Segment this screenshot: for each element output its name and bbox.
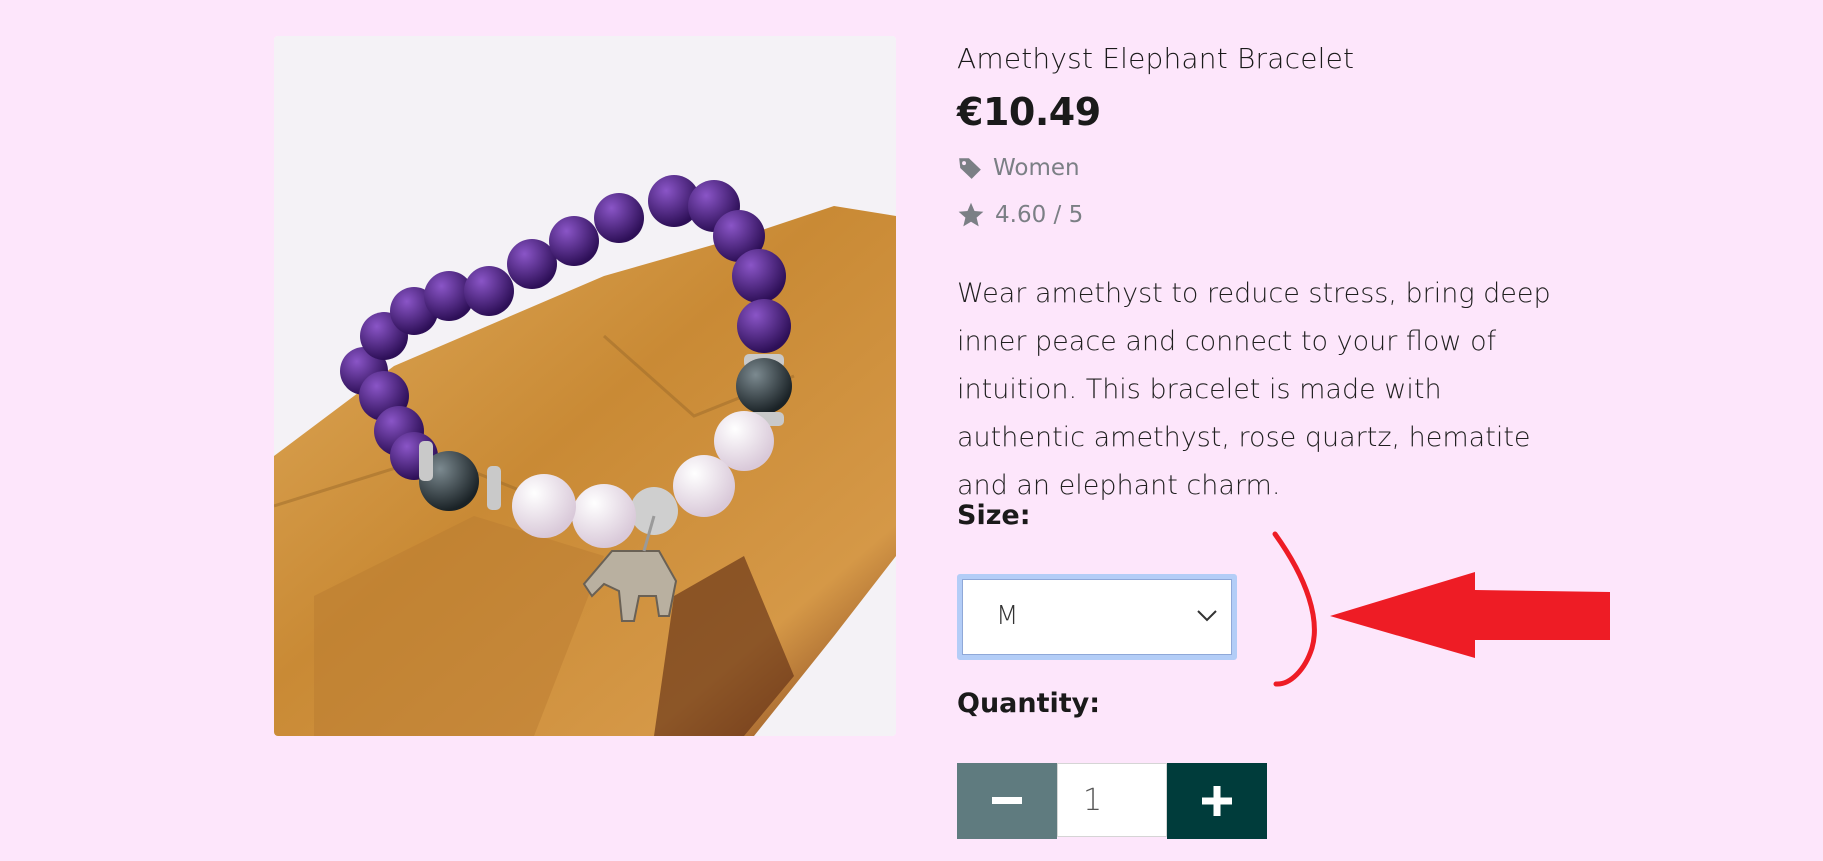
category-label: Women xyxy=(993,155,1080,181)
quantity-label: Quantity: xyxy=(957,688,1101,719)
size-selected-value: M xyxy=(996,601,1019,631)
product-title: Amethyst Elephant Bracelet xyxy=(957,42,1355,75)
chevron-down-icon xyxy=(1197,610,1217,622)
product-rating: 4.60 / 5 xyxy=(957,201,1083,229)
product-price: €10.49 xyxy=(957,90,1101,134)
annotation-arrow xyxy=(1272,531,1610,687)
product-description: Wear amethyst to reduce stress, bring de… xyxy=(957,278,1551,501)
star-icon xyxy=(958,202,984,227)
size-label: Size: xyxy=(957,500,1031,531)
quantity-stepper: 1 xyxy=(957,763,1267,839)
product-category[interactable]: Women xyxy=(957,155,1080,181)
size-select[interactable]: M xyxy=(957,574,1237,660)
quantity-input[interactable]: 1 xyxy=(1057,763,1167,837)
minus-icon xyxy=(992,797,1022,804)
increase-quantity-button[interactable] xyxy=(1167,763,1267,839)
product-image xyxy=(274,36,896,736)
plus-icon xyxy=(1202,786,1232,816)
decrease-quantity-button[interactable] xyxy=(957,763,1057,839)
tag-icon xyxy=(959,158,981,179)
rating-value: 4.60 / 5 xyxy=(995,202,1084,228)
